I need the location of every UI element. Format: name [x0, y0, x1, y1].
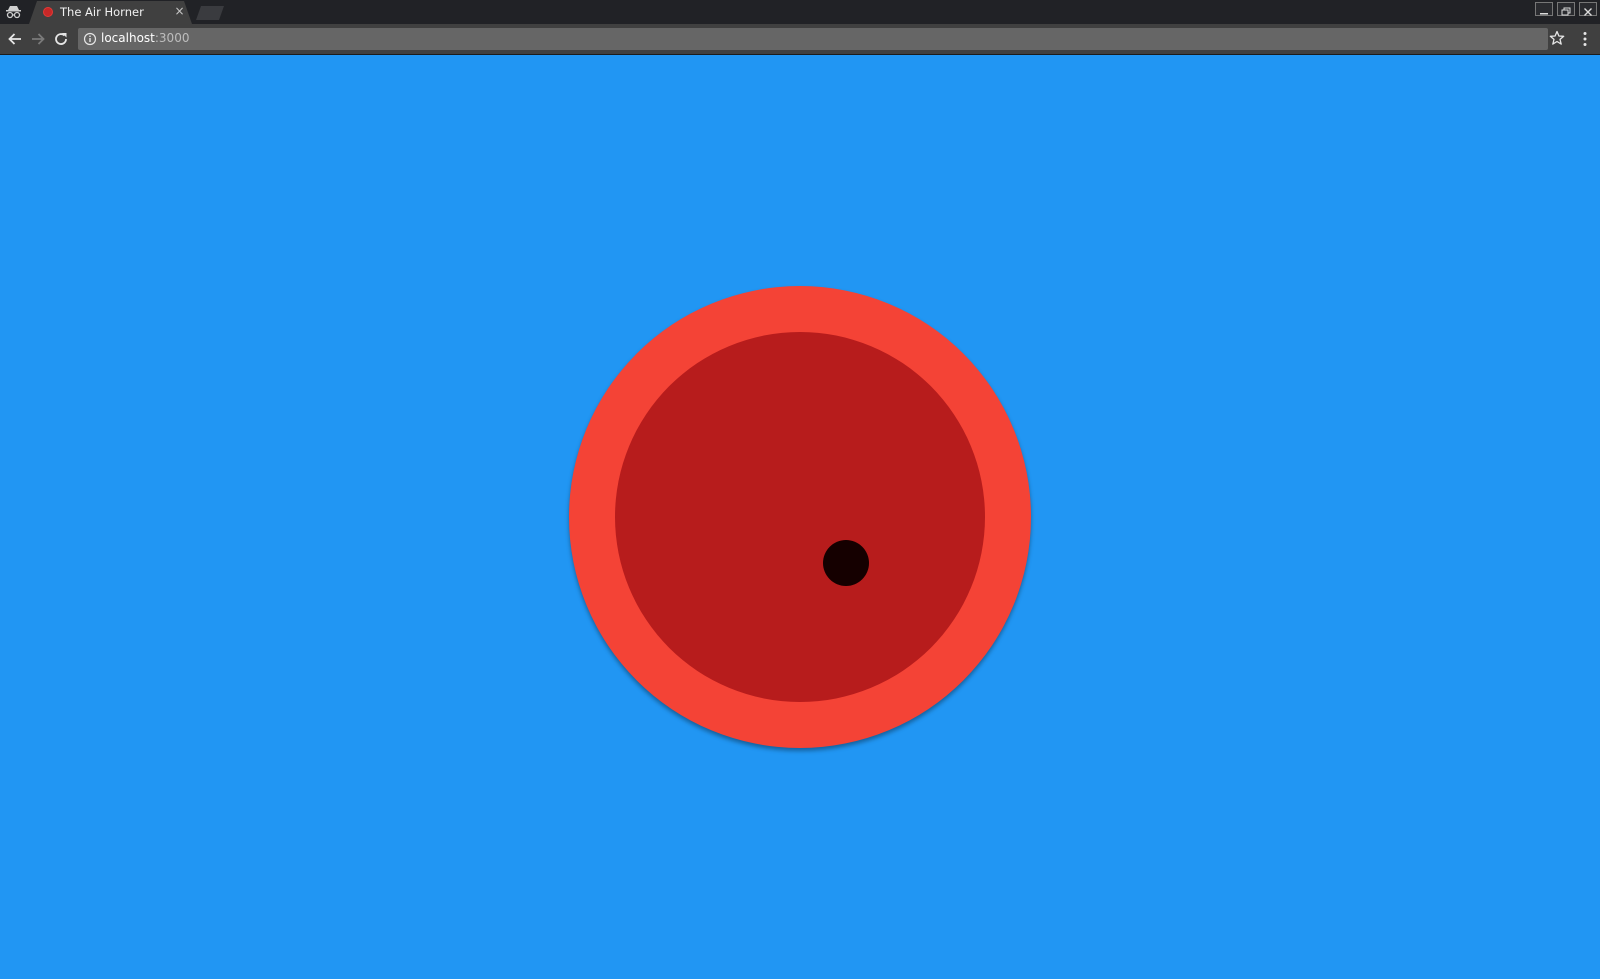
horn-center-dot	[823, 540, 869, 586]
back-arrow-icon[interactable]	[6, 30, 24, 48]
window-minimize-button[interactable]	[1535, 2, 1553, 16]
horn-inner-circle	[615, 332, 985, 702]
incognito-icon	[6, 6, 21, 19]
new-tab-button[interactable]	[196, 6, 224, 20]
browser-toolbar: localhost:3000	[0, 24, 1600, 55]
url-text: localhost:3000	[101, 31, 189, 45]
url-port: :3000	[154, 31, 190, 45]
info-icon[interactable]	[83, 32, 97, 46]
browser-window: The Air Horner × localhost:3000	[0, 0, 1600, 979]
window-restore-button[interactable]	[1557, 2, 1575, 16]
window-close-button[interactable]	[1579, 2, 1597, 16]
forward-arrow-icon[interactable]	[29, 30, 47, 48]
url-host: localhost	[101, 31, 155, 45]
kebab-menu-icon[interactable]	[1578, 30, 1592, 48]
star-icon[interactable]	[1549, 30, 1565, 46]
close-icon	[1584, 8, 1592, 16]
reload-icon[interactable]	[52, 30, 70, 48]
minimize-icon	[1540, 13, 1548, 15]
page-content	[0, 55, 1600, 979]
air-horn-button[interactable]	[569, 286, 1031, 748]
tab-title: The Air Horner	[60, 5, 144, 19]
tab-close-icon[interactable]: ×	[173, 5, 186, 18]
red-circle-favicon-icon	[43, 7, 53, 17]
restore-icon	[1561, 7, 1571, 16]
address-bar[interactable]: localhost:3000	[78, 28, 1548, 50]
tab-strip: The Air Horner ×	[0, 0, 1600, 24]
tab-the-air-horner[interactable]: The Air Horner ×	[29, 1, 192, 24]
